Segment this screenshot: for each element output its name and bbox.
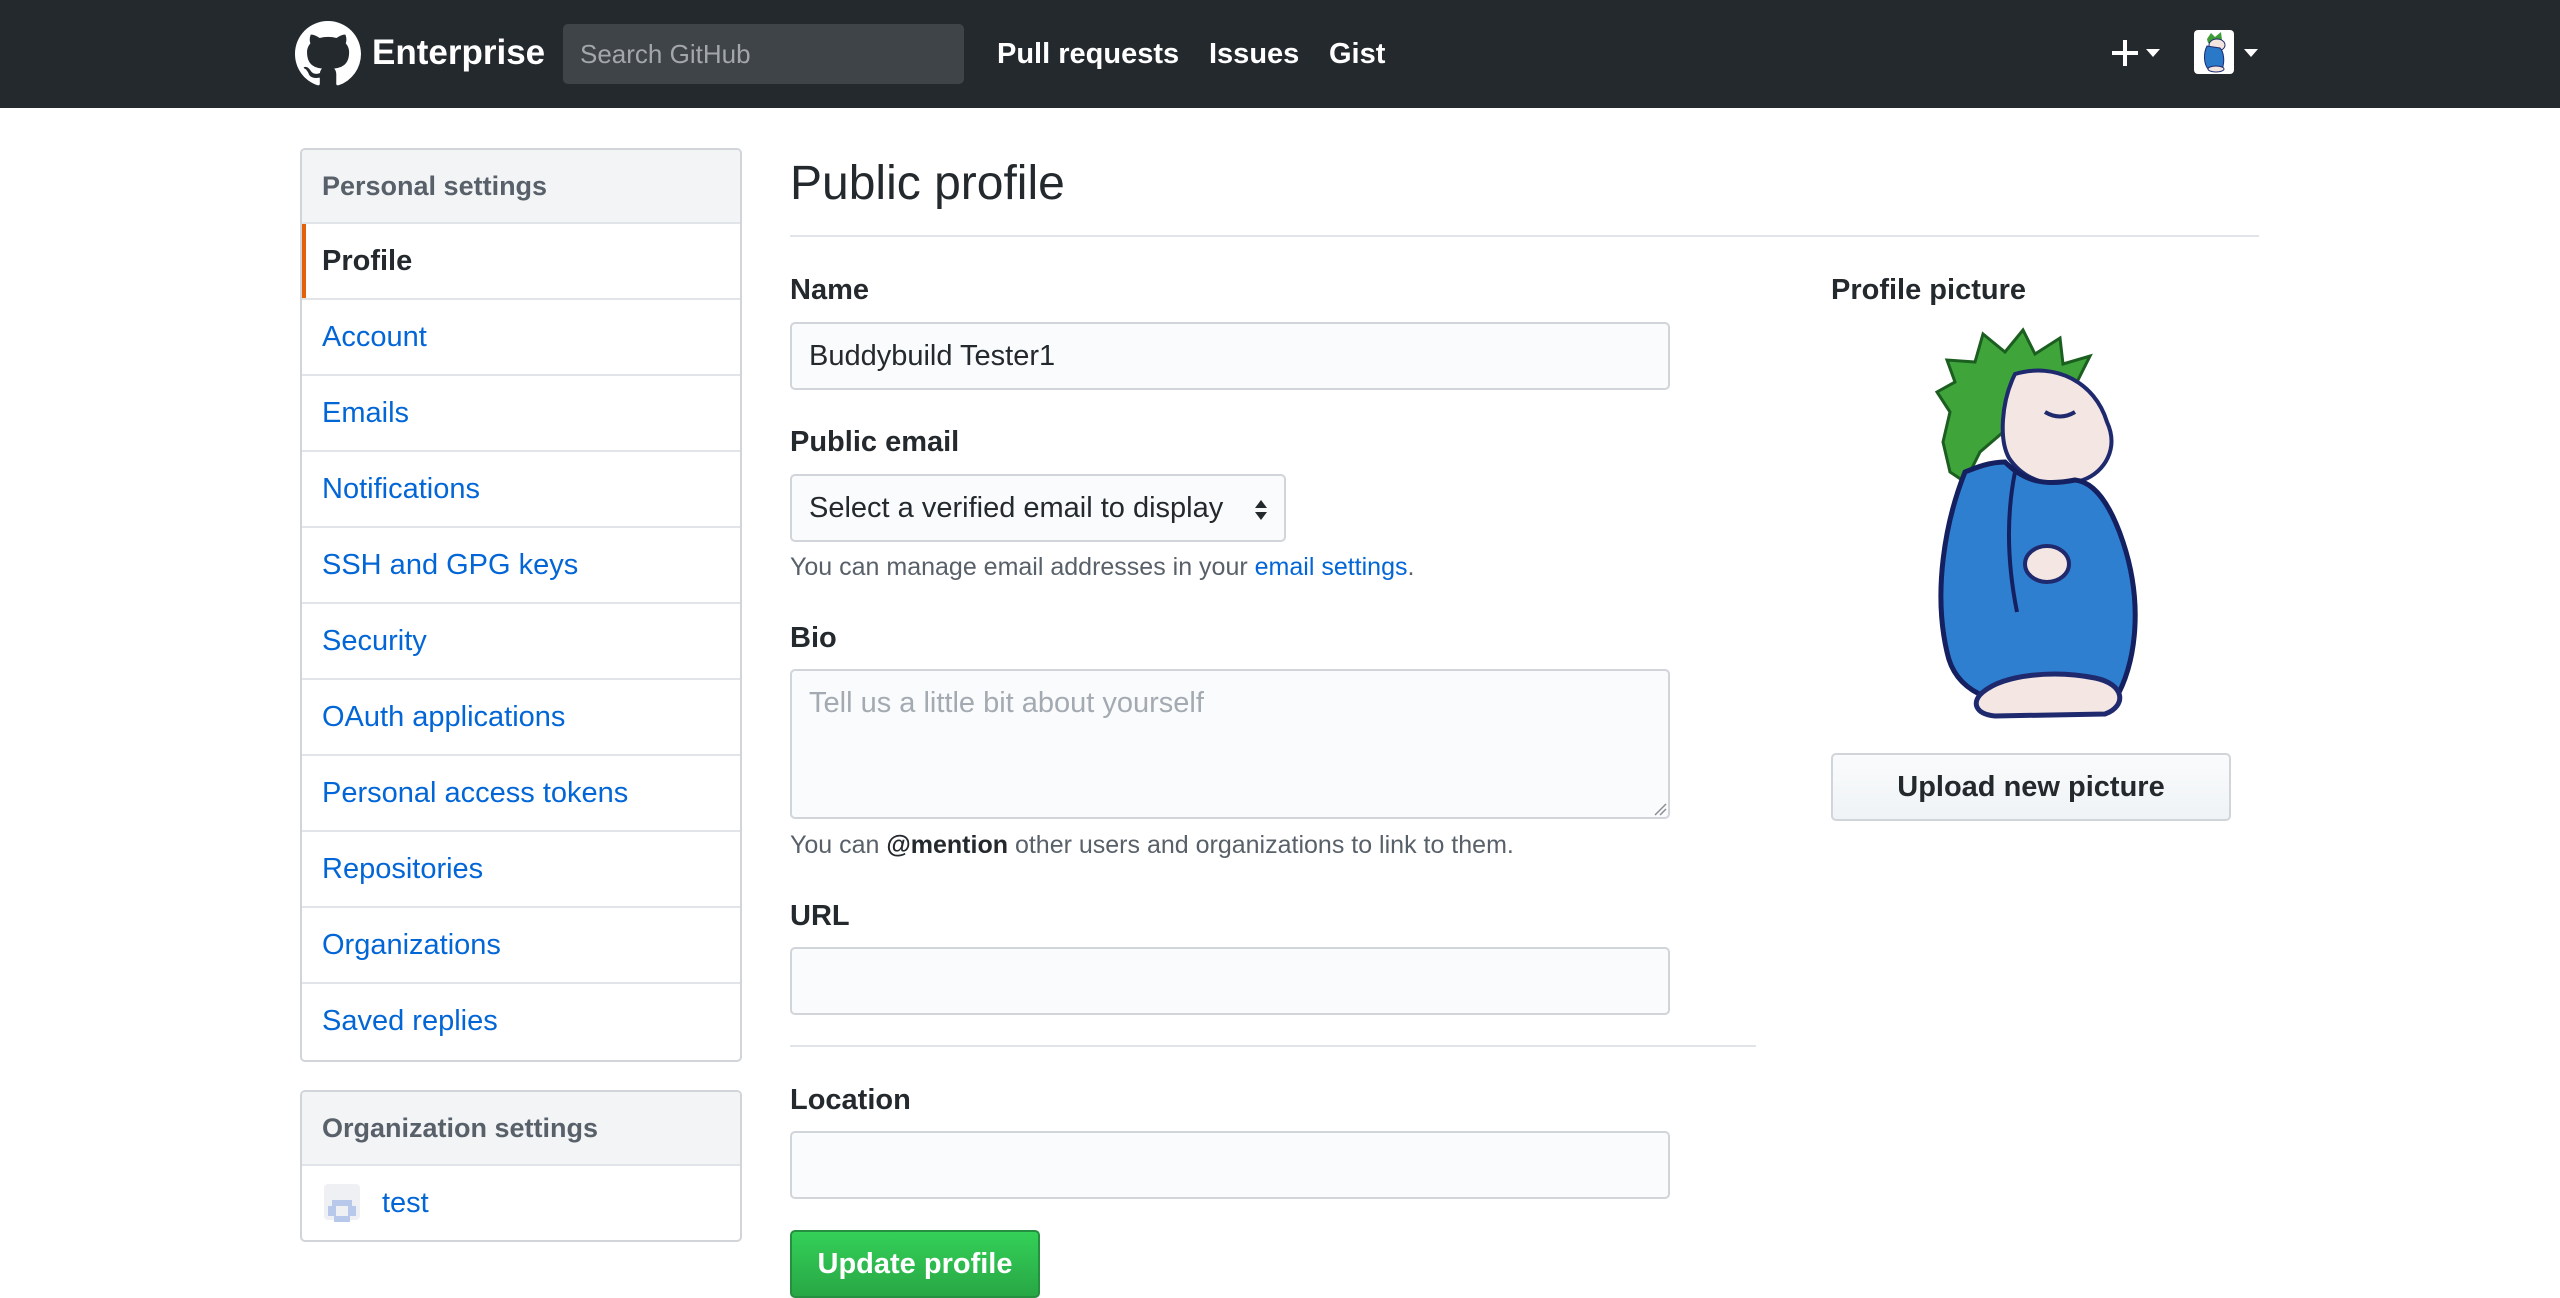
plus-icon	[2112, 40, 2138, 66]
public-email-select[interactable]: Select a verified email to display	[790, 474, 1286, 542]
sidebar-item-oauth-applications[interactable]: OAuth applications	[302, 680, 740, 756]
menu-heading: Personal settings	[302, 150, 740, 224]
page-title: Public profile	[790, 157, 1065, 210]
bio-label: Bio	[790, 622, 837, 654]
upload-new-picture-button[interactable]: Upload new picture	[1831, 753, 2231, 821]
profile-picture	[1934, 327, 2138, 719]
sidebar-item-profile[interactable]: Profile	[302, 224, 740, 300]
organization-settings-menu: Organization settings test	[300, 1090, 742, 1242]
chevron-down-icon	[2244, 49, 2258, 57]
select-arrows-icon	[1255, 500, 1267, 520]
sidebar-item-repositories[interactable]: Repositories	[302, 832, 740, 908]
bio-textarea[interactable]	[790, 669, 1670, 819]
user-menu-button[interactable]	[2194, 30, 2262, 76]
url-label: URL	[790, 900, 850, 932]
search-input[interactable]	[563, 24, 964, 84]
sidebar-item-organizations[interactable]: Organizations	[302, 908, 740, 984]
org-avatar	[324, 1184, 360, 1222]
url-field[interactable]	[790, 947, 1670, 1015]
personal-settings-menu: Personal settings Profile Account Emails…	[300, 148, 742, 1062]
github-logo-icon[interactable]	[295, 21, 361, 87]
divider	[790, 235, 2259, 237]
top-header: Enterprise Pull requests Issues Gist	[0, 0, 2560, 108]
sidebar-item-account[interactable]: Account	[302, 300, 740, 376]
location-field[interactable]	[790, 1131, 1670, 1199]
brand-name[interactable]: Enterprise	[372, 30, 545, 76]
name-field[interactable]	[790, 322, 1670, 390]
new-menu-button[interactable]	[2110, 30, 2162, 76]
chevron-down-icon	[2146, 49, 2160, 57]
nav-issues[interactable]: Issues	[1209, 32, 1299, 76]
sidebar-item-notifications[interactable]: Notifications	[302, 452, 740, 528]
email-settings-link[interactable]: email settings	[1255, 553, 1408, 581]
sidebar-item-emails[interactable]: Emails	[302, 376, 740, 452]
sidebar-item-security[interactable]: Security	[302, 604, 740, 680]
nav-pull-requests[interactable]: Pull requests	[997, 32, 1179, 76]
sidebar-item-ssh-gpg-keys[interactable]: SSH and GPG keys	[302, 528, 740, 604]
sidebar-item-org-test[interactable]: test	[302, 1166, 740, 1240]
resize-grip-icon[interactable]	[1653, 802, 1667, 816]
org-label: test	[382, 1187, 429, 1219]
avatar	[2194, 30, 2234, 74]
location-label: Location	[790, 1084, 911, 1116]
profile-picture-label: Profile picture	[1831, 274, 2026, 306]
public-email-label: Public email	[790, 426, 960, 458]
bio-help-text: You can @mention other users and organiz…	[790, 831, 1514, 859]
divider	[790, 1045, 1756, 1047]
bio-wrapper	[790, 669, 1670, 819]
nav-gist[interactable]: Gist	[1329, 32, 1385, 76]
select-value: Select a verified email to display	[809, 492, 1224, 524]
email-help-text: You can manage email addresses in your e…	[790, 553, 1415, 581]
menu-heading: Organization settings	[302, 1092, 740, 1166]
update-profile-button[interactable]: Update profile	[790, 1230, 1040, 1298]
name-label: Name	[790, 274, 869, 306]
sidebar-item-personal-access-tokens[interactable]: Personal access tokens	[302, 756, 740, 832]
sidebar-item-saved-replies[interactable]: Saved replies	[302, 984, 740, 1060]
